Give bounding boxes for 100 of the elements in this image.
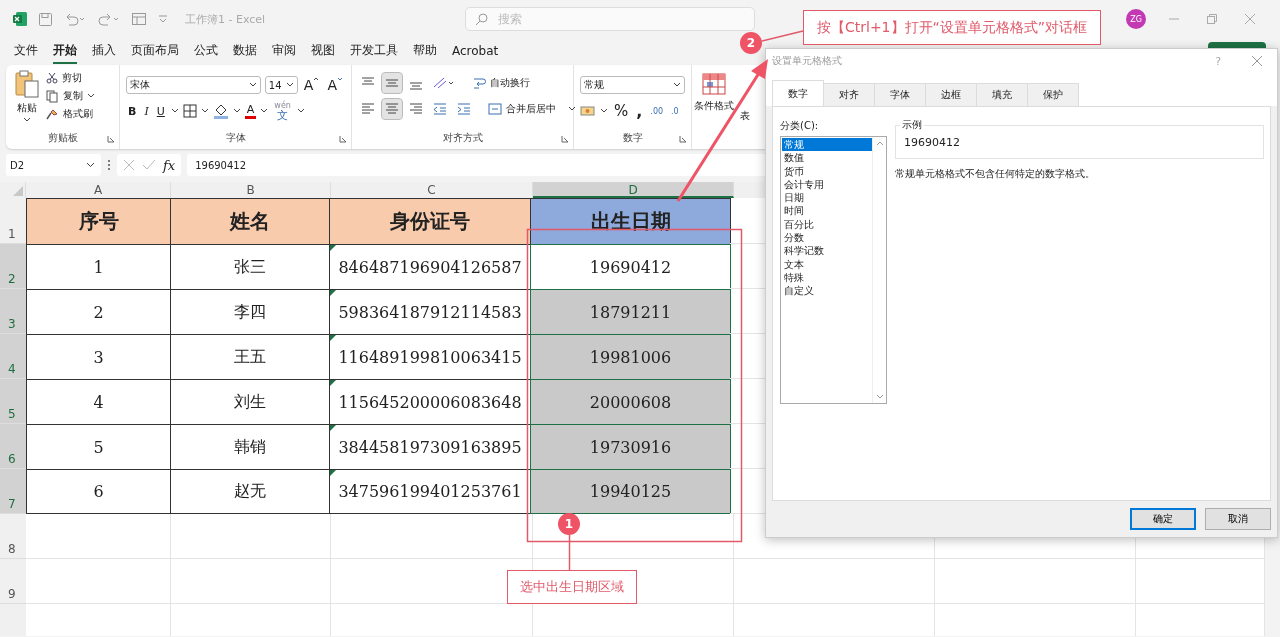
number-format-dropdown[interactable]: 常规	[580, 76, 685, 94]
customize-icon[interactable]	[157, 13, 169, 25]
category-item[interactable]: 特殊	[782, 270, 872, 285]
wrap-text-button[interactable]: 自动换行	[472, 76, 530, 90]
caret-icon[interactable]	[200, 108, 209, 114]
align-middle-icon[interactable]	[382, 73, 402, 93]
category-item[interactable]: 科学记数	[782, 244, 872, 258]
dialog-launcher-icon[interactable]	[679, 135, 687, 143]
close-icon[interactable]	[1251, 55, 1263, 67]
row-header[interactable]: 9	[0, 559, 26, 604]
group-label: 剪贴板	[46, 131, 79, 145]
ribbon-tab[interactable]: 视图	[311, 39, 335, 64]
row-header[interactable]: 7	[0, 469, 26, 514]
table-cell: 19690412	[530, 244, 731, 289]
restore-icon[interactable]	[1206, 13, 1218, 25]
more-icon[interactable]	[107, 159, 111, 171]
cancel-icon[interactable]	[123, 159, 135, 171]
search-field[interactable]: 搜索	[465, 7, 756, 31]
ribbon-tab[interactable]: 帮助	[413, 39, 437, 64]
row-header[interactable]: 5	[0, 379, 26, 424]
dialog-tab[interactable]: 对齐	[823, 83, 875, 106]
dialog-tab[interactable]: 数字	[772, 80, 824, 106]
fill-color-icon[interactable]	[212, 103, 229, 119]
ribbon-tab[interactable]: 审阅	[272, 39, 296, 64]
paste-button[interactable]: 粘贴	[12, 69, 42, 123]
category-item[interactable]: 会计专用	[782, 177, 872, 192]
bold-button[interactable]: B	[126, 104, 139, 118]
error-indicator-icon	[330, 290, 336, 296]
row-header[interactable]: 1	[0, 198, 26, 244]
category-item[interactable]: 分数	[782, 231, 872, 245]
category-item[interactable]: 数值	[782, 151, 872, 165]
font-name-dropdown[interactable]: 宋体	[126, 76, 261, 94]
insert-function-button[interactable]: fx	[163, 157, 176, 173]
row-header[interactable]: 4	[0, 334, 26, 379]
category-item[interactable]: 百分比	[782, 217, 872, 232]
category-label: 分类(C):	[780, 119, 820, 133]
scroll-down-icon[interactable]	[875, 394, 884, 400]
caret-icon[interactable]	[260, 108, 269, 114]
ribbon-tab[interactable]: 数据	[233, 39, 257, 64]
dialog-launcher-icon[interactable]	[561, 135, 569, 143]
dialog-tab[interactable]: 填充	[976, 83, 1028, 106]
copy-button[interactable]: 复制	[46, 89, 95, 103]
font-color-button[interactable]: A	[244, 103, 257, 119]
row-header[interactable]: 8	[0, 514, 26, 559]
caret-icon[interactable]	[600, 108, 608, 114]
caret-up-icon	[313, 77, 320, 81]
decrease-decimal-button[interactable]: .0	[669, 106, 681, 116]
ribbon-tab[interactable]: 公式	[194, 39, 218, 64]
merge-center-button[interactable]: 合并后居中	[488, 102, 576, 116]
italic-button[interactable]: I	[142, 104, 151, 118]
ribbon-tab[interactable]: Acrobat	[452, 40, 499, 63]
category-item[interactable]: 日期	[782, 191, 872, 205]
ribbon-tab[interactable]: 页面布局	[131, 39, 179, 64]
row-header[interactable]: 6	[0, 424, 26, 469]
ok-button[interactable]: 确定	[1130, 508, 1196, 530]
column-header[interactable]: D	[533, 182, 734, 198]
check-icon[interactable]	[142, 159, 156, 171]
row-header[interactable]: 3	[0, 289, 26, 334]
category-list[interactable]: 常规 数值 货币 会计专用 日期 时间 百分比 分数 科学记数 文本 特殊 自定义	[780, 136, 887, 404]
name-box[interactable]: D2	[6, 154, 101, 176]
increase-font-button[interactable]: A	[301, 77, 322, 93]
cancel-button[interactable]: 取消	[1205, 508, 1271, 530]
user-avatar[interactable]: ZG	[1126, 9, 1146, 29]
align-center-icon[interactable]	[382, 99, 402, 119]
select-all-icon[interactable]	[13, 186, 23, 196]
save-icon[interactable]	[38, 11, 53, 27]
dialog-tab[interactable]: 字体	[874, 83, 926, 106]
ribbon-tab[interactable]: 文件	[14, 39, 38, 64]
close-icon[interactable]	[1244, 13, 1256, 25]
row-header[interactable]: 2	[0, 244, 26, 289]
dialog-tab[interactable]: 边框	[925, 83, 977, 106]
borders-icon[interactable]	[182, 104, 197, 118]
decrease-font-button[interactable]: A	[325, 77, 345, 93]
cut-button[interactable]: 剪切	[46, 71, 95, 85]
dialog-launcher-icon[interactable]	[107, 135, 115, 143]
phonetic-button[interactable]: wén 文	[272, 101, 293, 121]
table-cell: 18791211	[530, 289, 731, 334]
category-item[interactable]: 文本	[782, 257, 872, 271]
comma-button[interactable]: ,	[634, 101, 645, 121]
category-item[interactable]: 自定义	[782, 284, 872, 298]
ribbon-tab[interactable]: 插入	[92, 39, 116, 64]
underline-button[interactable]: U	[154, 104, 167, 118]
category-item[interactable]: 货币	[782, 164, 872, 178]
form-icon[interactable]	[131, 12, 147, 26]
conditional-format-button[interactable]: 条件格式	[694, 73, 734, 149]
ribbon-tab[interactable]: 开发工具	[350, 39, 398, 64]
format-painter-button[interactable]: 格式刷	[46, 107, 95, 121]
caret-icon[interactable]	[170, 108, 179, 114]
table-format-button[interactable]: 表	[740, 109, 750, 149]
category-item[interactable]: 时间	[782, 204, 872, 218]
caret-icon[interactable]	[296, 108, 305, 114]
category-item[interactable]: 常规	[782, 138, 872, 152]
increase-decimal-button[interactable]: .00	[648, 106, 666, 116]
caret-icon[interactable]	[232, 108, 241, 114]
dialog-launcher-icon[interactable]	[339, 135, 347, 143]
dialog-tab[interactable]: 保护	[1027, 83, 1079, 106]
scroll-up-icon[interactable]	[875, 140, 884, 146]
redo-icon[interactable]	[97, 11, 121, 27]
percent-button[interactable]: %	[612, 102, 631, 120]
font-size-dropdown[interactable]: 14	[264, 76, 298, 94]
